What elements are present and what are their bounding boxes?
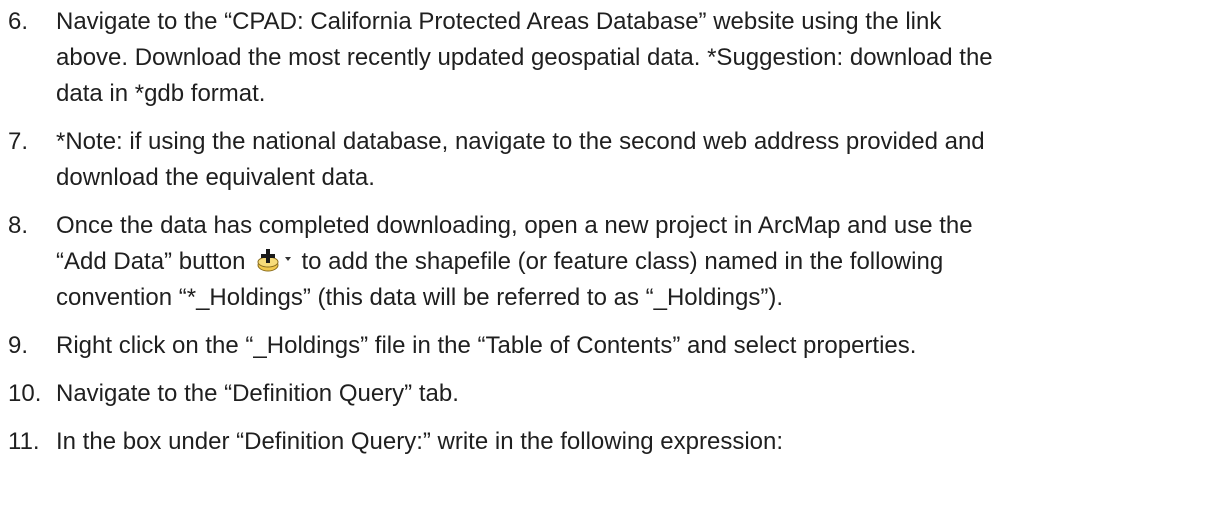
step-number: 10.: [8, 380, 42, 407]
step-10: 10. Navigate to the “Definition Query” t…: [8, 376, 1204, 412]
step-11: 11. In the box under “Definition Query:”…: [8, 424, 1204, 460]
step-text-line: Once the data has completed downloading,…: [56, 212, 973, 239]
step-8: 8. Once the data has completed downloadi…: [8, 208, 1204, 316]
step-text-line-with-button: “Add Data” button to add the shapefile (…: [56, 244, 1204, 280]
step-number: 7.: [8, 128, 29, 155]
step-9: 9. Right click on the “_Holdings” file i…: [8, 328, 1204, 364]
step-text-line: Right click on the “_Holdings” file in t…: [56, 332, 917, 359]
step-number: 9.: [8, 332, 29, 359]
step-list: 6. Navigate to the “CPAD: California Pro…: [8, 4, 1204, 472]
instruction-page: 6. Navigate to the “CPAD: California Pro…: [0, 0, 1210, 524]
step-7: 7. *Note: if using the national database…: [8, 124, 1204, 196]
step-text-line: Navigate to the “Definition Query” tab.: [56, 380, 459, 407]
step-text-fragment: “Add Data” button: [56, 248, 246, 275]
step-text-line: Navigate to the “CPAD: California Protec…: [56, 8, 942, 35]
step-text-line: convention “*_Holdings” (this data will …: [56, 284, 784, 311]
step-text-line: In the box under “Definition Query:” wri…: [56, 428, 784, 455]
add-data-icon: [257, 249, 292, 272]
step-number: 6.: [8, 8, 29, 35]
add-data-button[interactable]: [255, 247, 295, 273]
step-text-line: data in *gdb format.: [56, 80, 266, 107]
step-text-line: above. Download the most recently update…: [56, 44, 993, 71]
step-text-line: download the equivalent data.: [56, 164, 375, 191]
step-number: 11.: [8, 428, 40, 455]
step-6: 6. Navigate to the “CPAD: California Pro…: [8, 4, 1204, 112]
step-number: 8.: [8, 212, 29, 239]
step-text-fragment: to add the shapefile (or feature class) …: [301, 248, 944, 275]
step-text-line: *Note: if using the national database, n…: [56, 128, 985, 155]
